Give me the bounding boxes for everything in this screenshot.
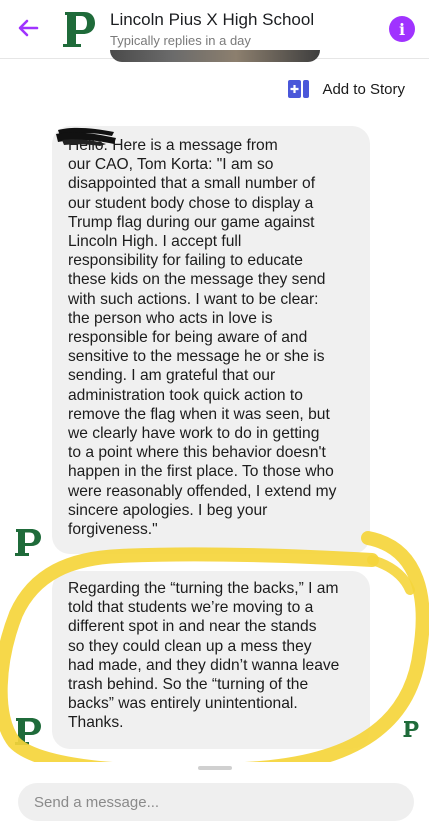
drag-handle[interactable] (198, 766, 232, 770)
shared-photo-preview[interactable] (110, 50, 320, 62)
message-text: Regarding the “turning the backs,” I am … (68, 580, 340, 732)
messenger-chat-screen: Lincoln Pius X High School Typically rep… (0, 0, 429, 821)
add-to-story-label: Add to Story (322, 80, 405, 98)
info-glyph: i (398, 19, 406, 39)
back-arrow-icon[interactable] (14, 14, 42, 42)
message-bubble[interactable]: Regarding the “turning the backs,” I am … (52, 571, 370, 749)
sender-avatar[interactable] (14, 527, 42, 557)
sender-avatar[interactable] (14, 716, 42, 746)
school-logo-avatar[interactable] (62, 10, 96, 48)
add-story-icon (288, 80, 310, 98)
info-icon[interactable]: i (389, 16, 415, 42)
redaction-scribble (56, 127, 116, 146)
chat-title[interactable]: Lincoln Pius X High School (110, 10, 314, 30)
read-receipt-avatar-icon (403, 721, 419, 737)
add-to-story-button[interactable]: Add to Story (288, 78, 405, 100)
message-text: Hello. Here is a message from our CAO, T… (68, 137, 337, 539)
message-input[interactable] (18, 783, 414, 821)
chat-subtitle: Typically replies in a day (110, 33, 251, 48)
message-bubble[interactable]: Hello. Here is a message from our CAO, T… (52, 126, 370, 554)
